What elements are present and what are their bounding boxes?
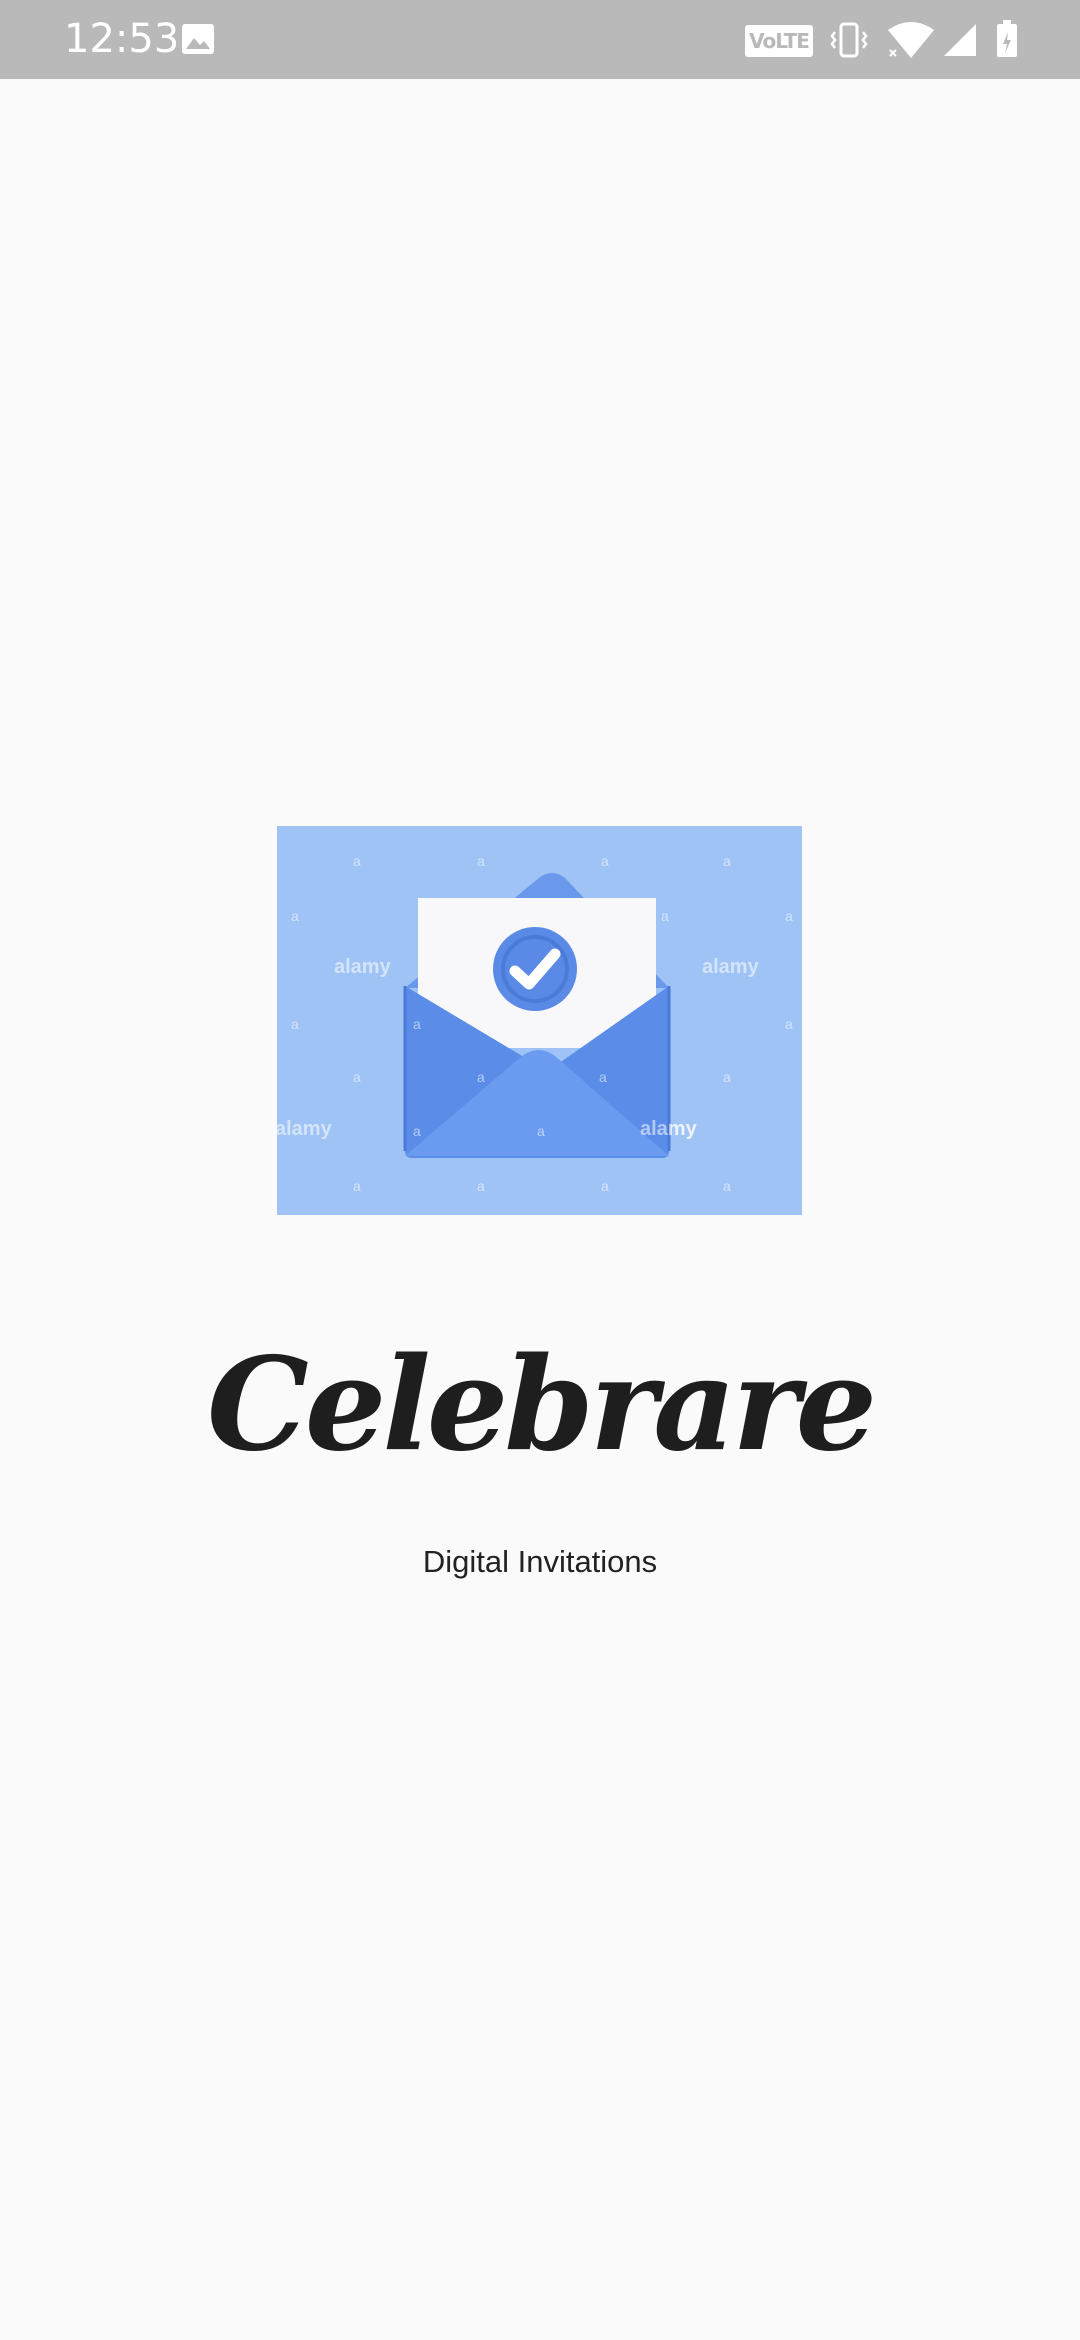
wifi-icon <box>888 22 934 58</box>
watermark-mark: a <box>413 1123 421 1139</box>
status-time: 12:53 <box>64 16 180 62</box>
watermark-mark: a <box>537 1123 545 1139</box>
status-bar: 12:53 VoLTE <box>0 0 1080 79</box>
signal-icon <box>944 24 976 56</box>
battery-icon <box>997 20 1017 57</box>
envelope-check-icon <box>403 873 671 1158</box>
watermark-mark: a <box>413 1016 421 1032</box>
splash-screen: 12:53 VoLTE a a a a a a a alamy alamy a … <box>0 0 1080 2340</box>
app-subtitle: Digital Invitations <box>422 1544 658 1579</box>
gallery-icon <box>182 24 214 54</box>
watermark-mark: a <box>477 1069 485 1085</box>
hero-image: a a a a a a a alamy alamy a a a a alamy … <box>277 826 802 1215</box>
app-title: Celebrare <box>206 1330 877 1480</box>
vibrate-icon <box>830 22 868 58</box>
volte-icon: VoLTE <box>745 25 813 57</box>
watermark-mark: a <box>599 1069 607 1085</box>
watermark-text: alamy <box>640 1118 697 1140</box>
